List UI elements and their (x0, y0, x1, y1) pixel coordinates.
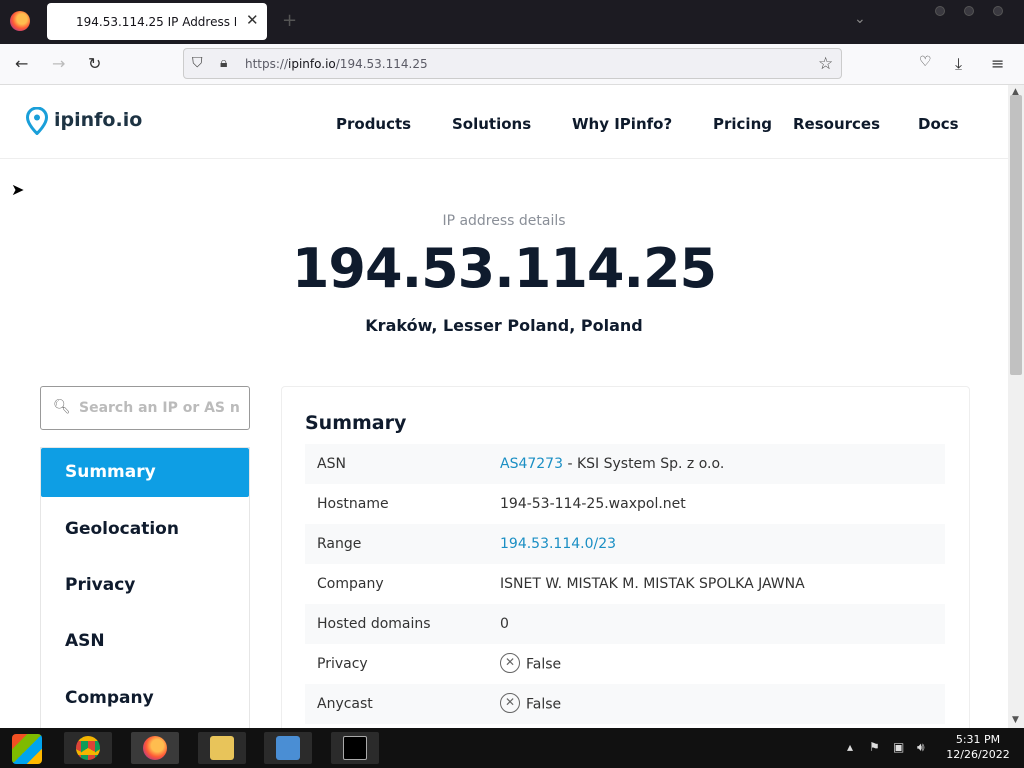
summary-row-hosted-domains: Hosted domains 0 (305, 604, 945, 644)
site-logo-text[interactable]: ipinfo.io (54, 109, 142, 131)
start-menu-icon[interactable] (12, 734, 42, 764)
row-key: ASN (317, 456, 346, 472)
summary-row-range: Range 194.53.114.0/23 (305, 524, 945, 564)
sidebar-item-asn[interactable]: ASN (41, 617, 249, 666)
tab-title: 194.53.114.25 IP Address Details (76, 15, 236, 29)
url-prefix: https:// (245, 57, 289, 71)
row-value: 194-53-114-25.waxpol.net (500, 496, 686, 512)
bookmark-star-icon[interactable]: ☆ (818, 54, 833, 74)
mouse-cursor-icon: ➤ (11, 180, 25, 199)
nav-why-ipinfo[interactable]: Why IPinfo? (572, 115, 672, 133)
tracking-shield-icon[interactable]: ⛉ (192, 55, 203, 71)
sidebar-item-privacy[interactable]: Privacy (41, 561, 249, 610)
os-taskbar: ▴ ⚑ ▣ 🔊︎ 5:31 PM 12/26/2022 (0, 728, 1024, 768)
url-bar[interactable]: ⛉ 🔒︎ https://ipinfo.io/194.53.114.25 ☆ (183, 48, 842, 79)
range-link[interactable]: 194.53.114.0/23 (500, 536, 616, 552)
summary-row-hostname: Hostname 194-53-114-25.waxpol.net (305, 484, 945, 524)
row-key: Company (317, 576, 384, 592)
lock-icon[interactable]: 🔒︎ (220, 55, 227, 71)
scroll-down-arrow-icon[interactable]: ▼ (1012, 715, 1019, 725)
maximize-window-button[interactable] (964, 6, 974, 16)
ip-location: Kraków, Lesser Poland, Poland (365, 316, 643, 335)
web-page: ipinfo.io Products Solutions Why IPinfo?… (0, 85, 1008, 728)
summary-card: Summary ASN AS47273 - KSI System Sp. z o… (281, 386, 970, 728)
summary-row-anycast: Anycast ✕ False (305, 684, 945, 724)
row-value: 0 (500, 616, 509, 632)
sidebar-item-geolocation[interactable]: Geolocation (41, 505, 249, 554)
minimize-window-button[interactable] (935, 6, 945, 16)
x-circle-icon: ✕ (500, 693, 520, 713)
ip-search-input[interactable] (79, 397, 239, 419)
hero-subtitle: IP address details (442, 213, 566, 229)
summary-row-company: Company ISNET W. MISTAK M. MISTAK SPOLKA… (305, 564, 945, 604)
show-hidden-icons-icon[interactable]: ▴ (847, 740, 853, 754)
nav-products[interactable]: Products (336, 115, 411, 133)
page-scrollbar[interactable]: ▲ ▼ (1008, 85, 1024, 728)
row-value: ✕ False (500, 653, 562, 673)
app-menu-icon[interactable]: ≡ (991, 54, 1004, 73)
new-tab-button[interactable]: + (282, 10, 297, 31)
row-key: Hosted domains (317, 616, 431, 632)
anycast-value: False (526, 696, 562, 713)
action-center-flag-icon[interactable]: ⚑ (869, 740, 880, 754)
search-icon: 🔍︎ (53, 399, 71, 415)
network-users-icon (276, 736, 300, 760)
nav-docs[interactable]: Docs (918, 115, 959, 133)
back-arrow-icon[interactable]: ← (15, 54, 28, 73)
summary-title: Summary (305, 412, 407, 434)
network-icon[interactable]: ▣ (893, 740, 904, 754)
sidebar-item-company[interactable]: Company (41, 674, 249, 723)
row-key: Range (317, 536, 362, 552)
downloads-icon[interactable]: ⤓ (955, 54, 962, 74)
privacy-value: False (526, 656, 562, 673)
taskbar-file-explorer[interactable] (198, 732, 246, 764)
row-value: AS47273 - KSI System Sp. z o.o. (500, 456, 724, 472)
summary-row-privacy: Privacy ✕ False (305, 644, 945, 684)
browser-tab[interactable]: 194.53.114.25 IP Address Details ✕ (47, 3, 267, 40)
taskbar-network-app[interactable] (264, 732, 312, 764)
asn-org: - KSI System Sp. z o.o. (563, 456, 725, 472)
clock-time: 5:31 PM (955, 733, 1001, 746)
scrollbar-thumb[interactable] (1010, 95, 1022, 375)
row-key: Anycast (317, 696, 373, 712)
close-window-button[interactable] (993, 6, 1003, 16)
browser-tab-bar: 194.53.114.25 IP Address Details ✕ + ⌄ (0, 0, 1024, 44)
forward-arrow-icon[interactable]: → (52, 54, 65, 73)
volume-icon[interactable]: 🔊︎ (917, 740, 925, 755)
pocket-icon[interactable]: ♡ (919, 54, 932, 70)
firefox-logo-icon (10, 11, 30, 31)
taskbar-chrome[interactable] (64, 732, 112, 764)
taskbar-firefox[interactable] (131, 732, 179, 764)
x-circle-icon: ✕ (500, 653, 520, 673)
tab-close-icon[interactable]: ✕ (246, 11, 259, 29)
site-header: ipinfo.io Products Solutions Why IPinfo?… (0, 85, 1008, 159)
sidebar-item-summary[interactable]: Summary (41, 448, 249, 497)
row-value: ✕ False (500, 693, 562, 713)
row-value: ISNET W. MISTAK M. MISTAK SPOLKA JAWNA (500, 576, 805, 592)
ip-search-box[interactable]: 🔍︎ (40, 386, 250, 430)
system-clock[interactable]: 5:31 PM 12/26/2022 (943, 732, 1013, 762)
asn-link[interactable]: AS47273 (500, 456, 563, 472)
url-text[interactable]: https://ipinfo.io/194.53.114.25 (245, 57, 428, 71)
nav-solutions[interactable]: Solutions (452, 115, 531, 133)
ipinfo-logo-icon[interactable] (26, 107, 48, 135)
browser-navigation-bar: ← → ↻ ⛉ 🔒︎ https://ipinfo.io/194.53.114.… (0, 44, 1024, 85)
summary-row-asn: ASN AS47273 - KSI System Sp. z o.o. (305, 444, 945, 484)
nav-pricing[interactable]: Pricing (713, 115, 772, 133)
nav-resources[interactable]: Resources (793, 115, 880, 133)
reload-icon[interactable]: ↻ (88, 54, 101, 73)
taskbar-terminal[interactable] (331, 732, 379, 764)
folder-icon (210, 736, 234, 760)
row-key: Hostname (317, 496, 389, 512)
ip-address-heading: 194.53.114.25 (291, 237, 717, 300)
url-path: /194.53.114.25 (335, 57, 428, 71)
row-key: Privacy (317, 656, 368, 672)
chrome-icon (76, 736, 100, 760)
url-domain: ipinfo.io (288, 57, 336, 71)
terminal-icon (343, 736, 367, 760)
section-sidebar: Summary Geolocation Privacy ASN Company (40, 447, 250, 728)
list-all-tabs-icon[interactable]: ⌄ (854, 11, 866, 27)
clock-date: 12/26/2022 (946, 748, 1010, 761)
firefox-icon (143, 736, 167, 760)
